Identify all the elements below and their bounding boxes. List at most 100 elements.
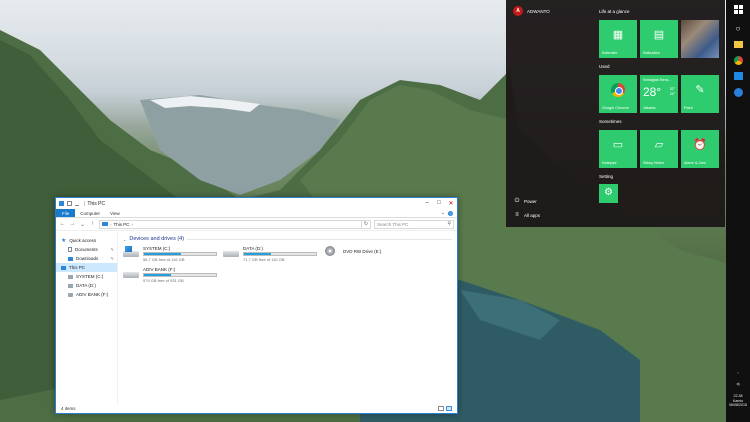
breadcrumb-chevron-icon[interactable]: › [132, 222, 134, 227]
taskbar-file-explorer[interactable] [732, 38, 744, 50]
taskbar-search-button[interactable]: ○ [732, 22, 744, 34]
user-account[interactable]: A ADWANTO [513, 6, 550, 16]
drive-item-data-d[interactable]: DATA (D:) 71,7 GB free of 115 GB [223, 246, 323, 262]
taskbar-browser[interactable] [732, 86, 744, 98]
nav-item-label: SYSTEM (C:) [76, 274, 104, 279]
refresh-icon[interactable]: ↻ [361, 220, 370, 228]
address-bar[interactable]: › This PC › ↻ [99, 219, 371, 229]
tile-notepad[interactable]: ▭ Notepad [599, 130, 637, 168]
this-pc-icon [59, 201, 64, 206]
weather-high-low: 32° 24° [669, 87, 675, 96]
drive-item-dvd-e[interactable]: DVD RW Drive (E:) [323, 246, 423, 262]
tile-weather[interactable]: Sebagian Bera... 28° 32° 24° Jakarta [640, 75, 678, 113]
help-icon[interactable]: ? [448, 210, 453, 216]
star-icon: ★ [61, 237, 67, 244]
view-toggle [438, 405, 452, 411]
drive-free-space: 71,7 GB free of 115 GB [243, 257, 285, 262]
drives-grid: SYSTEM (C:) 56,7 GB free of 116 GB DATA … [123, 246, 452, 283]
minimize-button[interactable]: – [421, 200, 433, 207]
all-apps-label: All apps [524, 212, 541, 218]
dvd-drive-icon [323, 246, 339, 257]
details-view-button[interactable] [438, 405, 444, 411]
power-button[interactable]: ⏻ Power [514, 198, 540, 205]
taskbar-store[interactable] [732, 70, 744, 82]
maximize-button[interactable]: □ [433, 200, 445, 207]
drive-free-space: 579 GB free of 931 GB [143, 278, 184, 283]
tile-label: Sticky Notes [643, 161, 665, 165]
nav-item-documents[interactable]: Documents ✎ [56, 245, 117, 254]
tile-paint[interactable]: ✎ Paint [681, 75, 719, 113]
all-apps-button[interactable]: ≡ All apps [514, 212, 540, 218]
tile-alarm-and-clock[interactable]: ⏰ Alarm & Jam [681, 130, 719, 168]
nav-item-data-d[interactable]: DATA (D:) [56, 281, 117, 290]
taskbar-clock[interactable]: 22.38 Kamis 06/08/2015 [726, 394, 750, 408]
paint-palette-icon: ✎ [695, 84, 705, 96]
nav-item-label: Documents [75, 247, 98, 252]
taskbar-chrome[interactable] [732, 54, 744, 66]
nav-item-system-c[interactable]: SYSTEM (C:) [56, 272, 117, 281]
weather-location: Jakarta [643, 106, 656, 110]
show-hidden-icons-icon[interactable]: ‹ [726, 370, 750, 375]
recent-locations-icon[interactable]: ⌄ [79, 221, 86, 228]
nav-item-adiv-bank-f[interactable]: ADIV BANK (F:) [56, 290, 117, 299]
tile-photos[interactable] [681, 20, 719, 58]
nav-item-downloads[interactable]: Downloads ✎ [56, 254, 117, 263]
search-box[interactable]: Search This PC ⚲ [374, 219, 454, 229]
forward-button[interactable]: → [69, 221, 76, 227]
file-explorer-window[interactable]: | This PC – □ ✕ File Computer View ⌄ ? ←… [55, 197, 458, 414]
tile-label: Paint [684, 106, 693, 110]
avatar: A [513, 6, 523, 16]
close-button[interactable]: ✕ [445, 200, 457, 207]
tile-sticky-notes[interactable]: ▱ Sticky Notes [640, 130, 678, 168]
breadcrumb-chevron-icon[interactable]: › [110, 222, 112, 227]
clock-date: 06/08/2015 [729, 403, 747, 407]
section-used: Used [599, 64, 610, 69]
expand-ribbon-icon[interactable]: ⌄ [441, 210, 445, 216]
notepad-icon: ▭ [612, 139, 624, 151]
power-icon: ⏻ [514, 198, 520, 204]
properties-icon[interactable] [67, 201, 72, 206]
hard-drive-icon [223, 246, 239, 257]
back-button[interactable]: ← [59, 221, 66, 227]
large-icons-view-button[interactable] [446, 405, 452, 411]
devices-and-drives-header[interactable]: ⌄ Devices and drives (4) [123, 236, 452, 242]
search-icon: ○ [735, 23, 741, 33]
section-life-at-a-glance: Life at a glance [599, 9, 630, 14]
group-divider [187, 238, 452, 240]
nav-item-label: DATA (D:) [76, 283, 96, 288]
power-label: Power [524, 199, 537, 204]
quick-access-dropdown-icon[interactable] [75, 201, 79, 206]
tab-view[interactable]: View [105, 209, 125, 217]
search-placeholder: Search This PC [377, 221, 409, 227]
tile-google-chrome[interactable]: Google Chrome [599, 75, 637, 113]
gear-icon: ⚙ [604, 187, 613, 198]
store-icon [733, 72, 743, 80]
title-bar[interactable]: | This PC – □ ✕ [56, 198, 457, 209]
system-tray: ‹ ◂) [726, 370, 750, 386]
tile-calculator[interactable]: ▤ Kalkulator [640, 20, 678, 58]
collapse-arrow-icon[interactable]: ⌄ [123, 237, 126, 242]
search-icon[interactable]: ⚲ [447, 221, 451, 227]
tile-settings[interactable]: ⚙ [599, 184, 618, 203]
browser-icon [733, 87, 743, 97]
drive-usage-bar [243, 252, 317, 256]
start-left-column: ⏻ Power ≡ All apps [514, 198, 540, 218]
tile-label: Kalkulator [643, 51, 660, 55]
user-name: ADWANTO [527, 8, 550, 14]
explorer-body: ★ Quick access Documents ✎ Downloads ✎ T… [56, 232, 457, 404]
drive-item-adiv-bank-f[interactable]: ADIV BANK (F:) 579 GB free of 931 GB [123, 267, 223, 283]
window-controls: – □ ✕ [421, 200, 457, 207]
tab-computer[interactable]: Computer [75, 209, 105, 217]
nav-item-quick-access[interactable]: ★ Quick access [56, 236, 117, 245]
tile-calendar[interactable]: ▦ Kalender [599, 20, 637, 58]
drive-icon [68, 283, 73, 288]
tab-file[interactable]: File [56, 209, 76, 217]
up-button[interactable]: ↑ [89, 221, 96, 227]
windows-logo-icon [733, 4, 743, 14]
tile-label: Google Chrome [602, 106, 629, 110]
nav-item-this-pc[interactable]: This PC [56, 263, 117, 272]
breadcrumb-this-pc[interactable]: This PC [114, 222, 130, 227]
drive-item-system-c[interactable]: SYSTEM (C:) 56,7 GB free of 116 GB [123, 246, 223, 262]
volume-icon[interactable]: ◂) [726, 381, 750, 386]
start-button[interactable] [732, 3, 744, 15]
